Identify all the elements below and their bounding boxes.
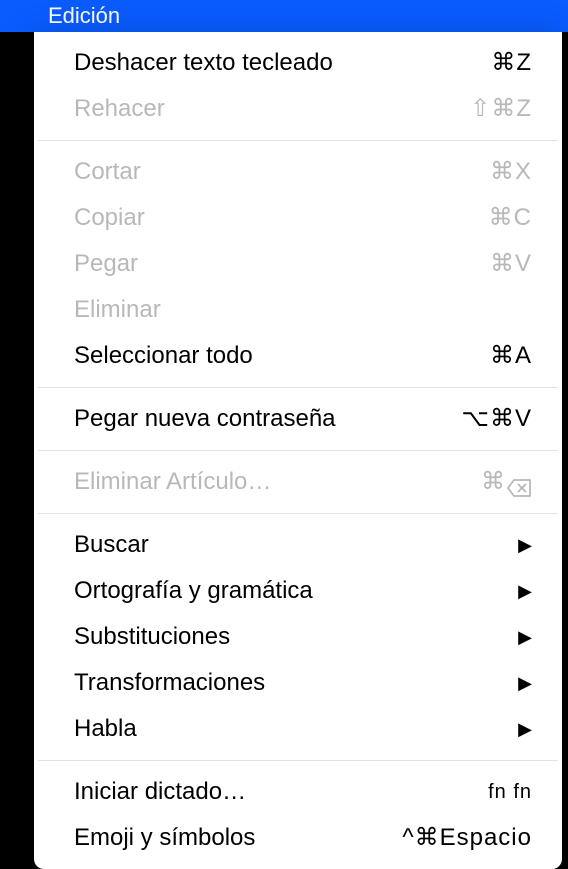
menu-item-cut: Cortar ⌘X <box>34 149 562 195</box>
separator <box>38 760 558 761</box>
menu-label: Ortografía y gramática <box>74 573 498 609</box>
shortcut: ⌥⌘V <box>461 401 532 437</box>
submenu-arrow-icon: ▶ <box>518 578 532 605</box>
separator <box>38 450 558 451</box>
menu-label: Seleccionar todo <box>74 338 490 374</box>
menu-label: Substituciones <box>74 619 498 655</box>
menu-item-transformations[interactable]: Transformaciones ▶ <box>34 660 562 706</box>
menu-label: Copiar <box>74 200 489 236</box>
menu-item-spelling[interactable]: Ortografía y gramática ▶ <box>34 568 562 614</box>
shortcut: ⌘A <box>490 338 532 374</box>
separator <box>38 387 558 388</box>
shortcut: ⌘V <box>490 246 532 282</box>
menu-item-dictation[interactable]: Iniciar dictado… fn fn <box>34 769 562 815</box>
menu-item-delete-article: Eliminar Artículo… ⌘ <box>34 459 562 505</box>
menu-label: Deshacer texto tecleado <box>74 45 491 81</box>
menu-item-paste: Pegar ⌘V <box>34 241 562 287</box>
menu-item-substitutions[interactable]: Substituciones ▶ <box>34 614 562 660</box>
menu-label: Pegar <box>74 246 490 282</box>
menu-label: Iniciar dictado… <box>74 774 488 810</box>
shortcut: ⌘C <box>489 200 532 236</box>
submenu-arrow-icon: ▶ <box>518 670 532 697</box>
menu-item-emoji[interactable]: Emoji y símbolos ^⌘Espacio <box>34 815 562 861</box>
menu-label: Eliminar Artículo… <box>74 464 481 500</box>
menu-label: Transformaciones <box>74 665 498 701</box>
menu-label: Habla <box>74 711 498 747</box>
menu-item-copy: Copiar ⌘C <box>34 195 562 241</box>
shortcut: ⌘X <box>490 154 532 190</box>
menu-label: Pegar nueva contraseña <box>74 401 461 437</box>
delete-backspace-icon <box>506 473 532 493</box>
menubar: Edición <box>0 0 568 32</box>
shortcut: ⌘ <box>481 464 532 500</box>
shortcut: ⇧⌘Z <box>470 91 532 127</box>
menu-title[interactable]: Edición <box>48 3 120 29</box>
menu-label: Rehacer <box>74 91 470 127</box>
shortcut: fn fn <box>488 777 532 807</box>
menu-label: Emoji y símbolos <box>74 820 402 856</box>
shortcut: ^⌘Espacio <box>402 820 532 856</box>
edit-menu-dropdown: Deshacer texto tecleado ⌘Z Rehacer ⇧⌘Z C… <box>34 32 562 869</box>
shortcut: ⌘Z <box>491 45 532 81</box>
menu-item-speech[interactable]: Habla ▶ <box>34 706 562 752</box>
separator <box>38 513 558 514</box>
menu-label: Cortar <box>74 154 490 190</box>
menu-item-undo[interactable]: Deshacer texto tecleado ⌘Z <box>34 40 562 86</box>
menu-label: Eliminar <box>74 292 532 328</box>
submenu-arrow-icon: ▶ <box>518 532 532 559</box>
menu-item-paste-password[interactable]: Pegar nueva contraseña ⌥⌘V <box>34 396 562 442</box>
separator <box>38 140 558 141</box>
menu-item-select-all[interactable]: Seleccionar todo ⌘A <box>34 333 562 379</box>
menu-item-redo: Rehacer ⇧⌘Z <box>34 86 562 132</box>
menu-item-find[interactable]: Buscar ▶ <box>34 522 562 568</box>
menu-item-delete: Eliminar <box>34 287 562 333</box>
menu-label: Buscar <box>74 527 498 563</box>
submenu-arrow-icon: ▶ <box>518 624 532 651</box>
submenu-arrow-icon: ▶ <box>518 716 532 743</box>
